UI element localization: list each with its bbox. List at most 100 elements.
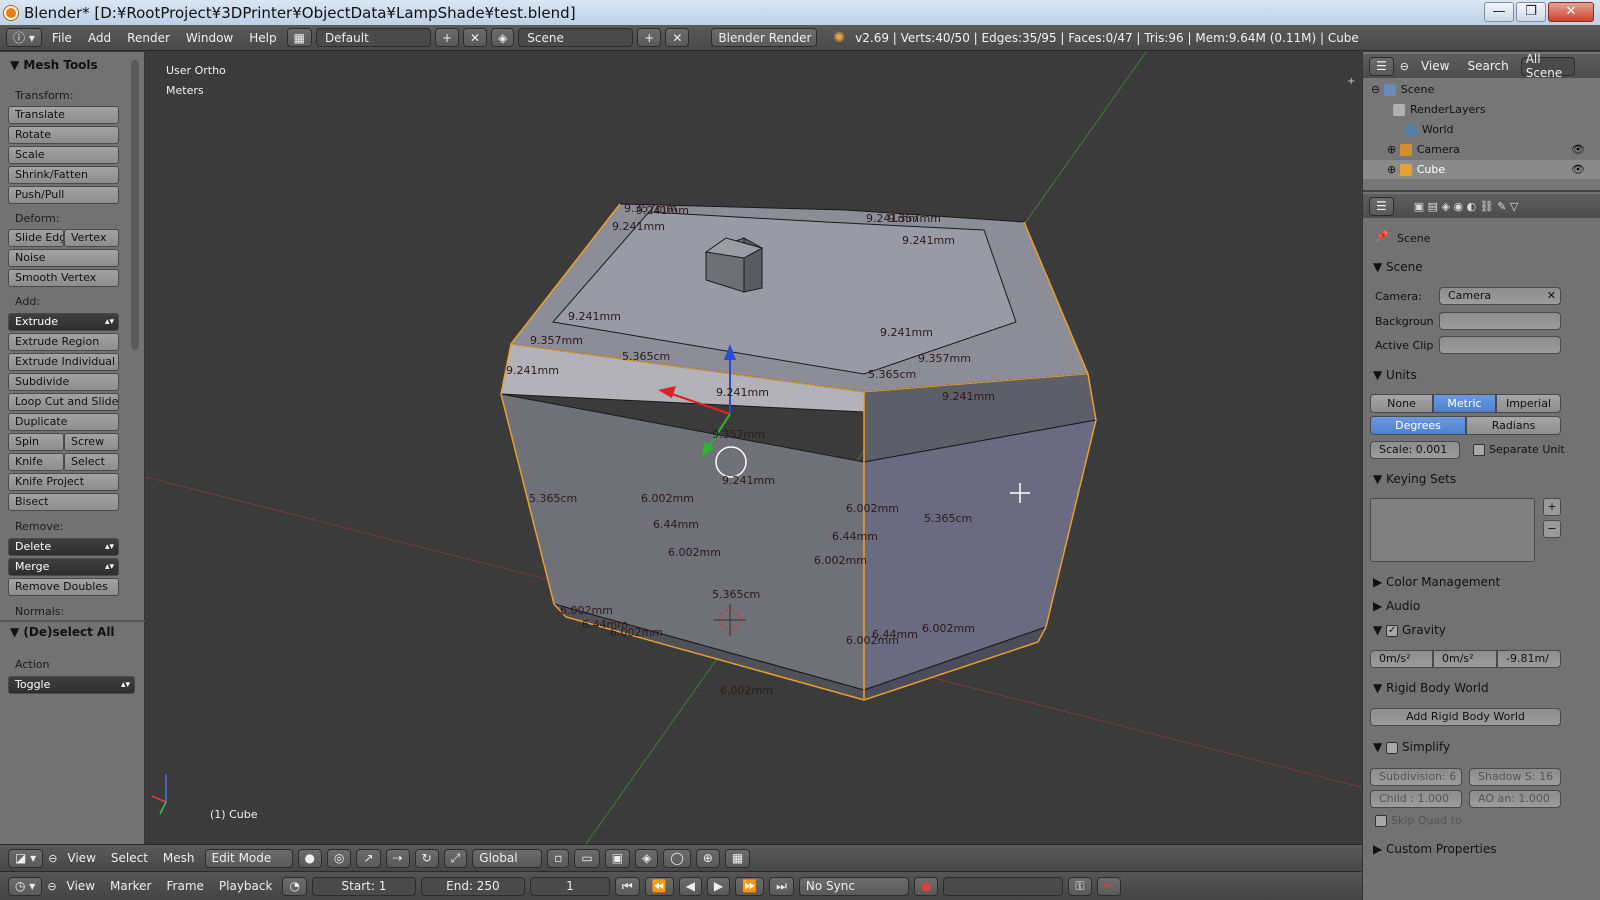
timeline-frame-menu[interactable]: Frame xyxy=(162,879,209,893)
add-keying-set-icon[interactable]: + xyxy=(1543,498,1561,516)
viewport-select-menu[interactable]: Select xyxy=(106,851,153,865)
remove-keying-set-icon[interactable]: − xyxy=(1543,520,1561,538)
menu-add[interactable]: Add xyxy=(82,31,117,45)
screen-layout-field[interactable]: Default xyxy=(315,28,431,47)
menu-file[interactable]: File xyxy=(46,31,78,45)
duplicate-button[interactable]: Duplicate xyxy=(8,413,119,431)
simplify-panel-title[interactable]: ▼ Simplify xyxy=(1373,740,1450,754)
outliner-item-scene[interactable]: ⊖ Scene xyxy=(1363,80,1600,99)
insert-keyframe-icon[interactable]: ⚿ xyxy=(1068,876,1092,896)
push-pull-button[interactable]: Push/Pull xyxy=(8,186,119,204)
add-layout-icon[interactable]: + xyxy=(434,28,459,47)
units-panel-title[interactable]: ▼ Units xyxy=(1373,368,1417,382)
spin-button[interactable]: Spin xyxy=(8,433,64,451)
translate-manipulator-icon[interactable]: ⇢ xyxy=(385,848,410,868)
slide-edge-button[interactable]: Slide Edg xyxy=(8,229,64,247)
viewport-view-menu[interactable]: View xyxy=(62,851,100,865)
add-scene-icon[interactable]: + xyxy=(637,28,662,47)
clear-camera-icon[interactable]: ✕ xyxy=(1547,288,1556,304)
scene-selector-icon[interactable]: ◈ xyxy=(491,28,515,47)
outliner-filter-select[interactable]: All Scene xyxy=(1520,52,1575,80)
editor-type-info-icon[interactable]: ⓘ ▾ xyxy=(6,28,42,47)
deselect-all-panel-title[interactable]: ▼ (De)select All xyxy=(10,625,115,639)
viewport-shading-icon[interactable]: ● xyxy=(297,848,322,868)
keying-sets-panel-title[interactable]: ▼ Keying Sets xyxy=(1373,472,1456,486)
scene-panel-title[interactable]: ▼ Scene xyxy=(1373,260,1423,274)
audio-panel-title[interactable]: ▶ Audio xyxy=(1373,599,1420,613)
gravity-x-field[interactable]: 0m/s² xyxy=(1370,650,1433,668)
scale-manipulator-icon[interactable]: ⤢ xyxy=(443,848,468,868)
viewport-canvas[interactable] xyxy=(146,52,1361,844)
timeline-menu-collapse-icon[interactable]: ⊖ xyxy=(47,880,56,893)
bisect-button[interactable]: Bisect xyxy=(8,493,119,511)
pivot-point-icon[interactable]: ◎ xyxy=(327,848,352,868)
loop-cut-slide-button[interactable]: Loop Cut and Slide xyxy=(8,393,119,411)
color-management-panel-title[interactable]: ▶ Color Management xyxy=(1373,575,1500,589)
background-field[interactable] xyxy=(1439,312,1561,330)
mode-select[interactable]: Edit Mode xyxy=(204,848,293,868)
render-engine-select[interactable]: Blender Render xyxy=(711,28,818,47)
gravity-checkbox[interactable]: ✓ xyxy=(1386,624,1399,637)
viewport-editor-type-icon[interactable]: ◪ ▾ xyxy=(8,848,44,868)
gravity-y-field[interactable]: 0m/s² xyxy=(1433,650,1497,668)
extrude-region-button[interactable]: Extrude Region xyxy=(8,333,119,351)
subdivision-field[interactable]: Subdivision: 6 xyxy=(1370,768,1462,786)
separate-units-checkbox[interactable]: Separate Unit xyxy=(1473,443,1565,456)
outliner-item-cube[interactable]: ⊕ Cube 👁 xyxy=(1363,160,1600,179)
unit-scale-field[interactable]: Scale: 0.001 xyxy=(1370,441,1460,459)
scene-field[interactable]: Scene xyxy=(518,28,634,47)
viewport-mesh-menu[interactable]: Mesh xyxy=(158,851,200,865)
keying-set-field[interactable] xyxy=(943,876,1064,896)
scale-button[interactable]: Scale xyxy=(8,146,119,164)
outliner-editor-type-icon[interactable]: ☰ xyxy=(1369,56,1394,76)
camera-field[interactable]: Camera ✕ xyxy=(1439,287,1561,305)
screw-button[interactable]: Screw xyxy=(64,433,119,451)
timeline-marker-menu[interactable]: Marker xyxy=(105,879,156,893)
play-reverse-icon[interactable]: ◀ xyxy=(678,876,702,896)
gravity-panel-title[interactable]: ▼ ✓ Gravity xyxy=(1373,623,1446,637)
3d-viewport[interactable]: User Ortho Meters 9.357mm 9.241mm 9.241m… xyxy=(146,52,1361,844)
merge-dropdown[interactable]: Merge ▴▾ xyxy=(8,558,119,576)
translate-button[interactable]: Translate xyxy=(8,106,119,124)
properties-context-tabs[interactable]: ▣ ▤ ◈ ◉ ◐ ⛓ ✎ ▽ xyxy=(1414,200,1519,213)
record-icon[interactable]: ● xyxy=(913,876,939,896)
shadow-samples-field[interactable]: Shadow S: 16 xyxy=(1469,768,1561,786)
sync-mode-select[interactable]: No Sync xyxy=(798,876,909,896)
unit-imperial-button[interactable]: Imperial xyxy=(1496,394,1561,413)
timeline-playback-menu[interactable]: Playback xyxy=(214,879,278,893)
knife-select-button[interactable]: Select xyxy=(64,453,119,471)
pin-icon[interactable]: 📌 xyxy=(1375,230,1389,243)
outliner-search-menu[interactable]: Search xyxy=(1461,59,1514,73)
collapse-icon[interactable]: ⊖ xyxy=(1371,83,1384,96)
unit-metric-button[interactable]: Metric xyxy=(1433,394,1496,413)
transform-orientation-select[interactable]: Global xyxy=(472,848,543,868)
active-clip-field[interactable] xyxy=(1439,336,1561,354)
play-icon[interactable]: ▶ xyxy=(706,876,731,896)
simplify-checkbox[interactable] xyxy=(1386,741,1399,754)
delete-dropdown[interactable]: Delete ▴▾ xyxy=(8,538,119,556)
remove-layout-icon[interactable]: ✕ xyxy=(463,28,488,47)
remove-doubles-button[interactable]: Remove Doubles xyxy=(8,578,119,596)
custom-properties-panel-title[interactable]: ▶ Custom Properties xyxy=(1373,842,1496,856)
end-frame-field[interactable]: End: 250 xyxy=(420,876,525,896)
shrink-fatten-button[interactable]: Shrink/Fatten xyxy=(8,166,119,184)
slide-vertex-button[interactable]: Vertex xyxy=(64,229,119,247)
add-rigid-body-world-button[interactable]: Add Rigid Body World xyxy=(1370,708,1561,726)
mesh-tools-panel-title[interactable]: ▼ Mesh Tools xyxy=(10,58,98,72)
outliner-view-menu[interactable]: View xyxy=(1415,59,1455,73)
preview-range-icon[interactable]: ◔ xyxy=(282,876,307,896)
vertex-select-icon[interactable]: ▫ xyxy=(547,848,570,868)
expand-icon[interactable]: ⊕ xyxy=(1387,143,1400,156)
extrude-individual-button[interactable]: Extrude Individual xyxy=(8,353,119,371)
screen-layout-icon[interactable]: ▦ xyxy=(286,28,312,47)
unit-none-button[interactable]: None xyxy=(1370,394,1433,413)
noise-button[interactable]: Noise xyxy=(8,249,119,267)
action-select[interactable]: Toggle ▴▾ xyxy=(8,676,135,694)
minimize-button[interactable]: — xyxy=(1484,2,1514,22)
radians-button[interactable]: Radians xyxy=(1466,416,1561,435)
viewport-expand-icon[interactable]: + xyxy=(1347,76,1357,87)
render-preview-icon[interactable]: ▦ xyxy=(724,848,751,868)
outliner-menu-icon[interactable]: ⊖ xyxy=(1400,60,1409,73)
knife-project-button[interactable]: Knife Project xyxy=(8,473,119,491)
jump-end-icon[interactable]: ⏭ xyxy=(769,876,794,896)
